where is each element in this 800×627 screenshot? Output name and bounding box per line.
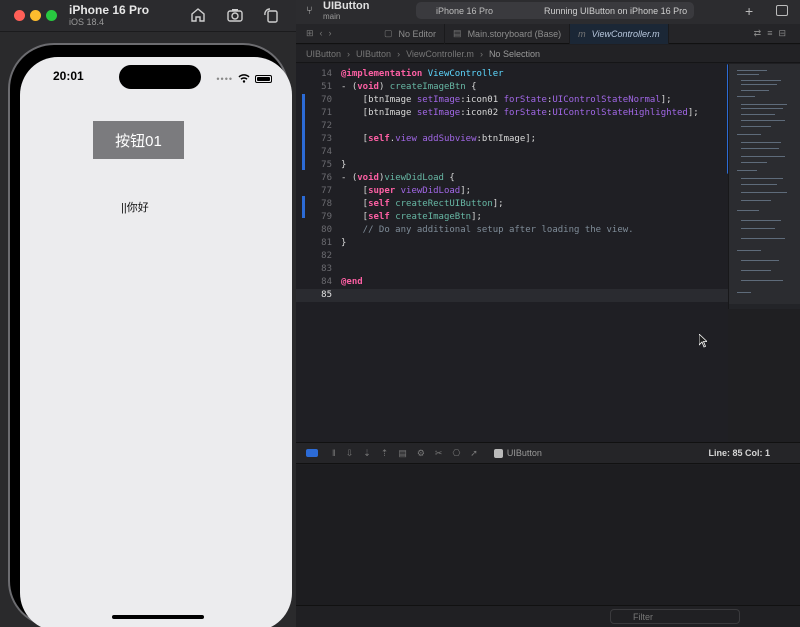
minimap[interactable] xyxy=(728,64,800,309)
xcode-toolbar: ⑂ UIButton main iPhone 16 Pro Running UI… xyxy=(296,0,800,24)
simulator-device-name: iPhone 16 Pro xyxy=(69,3,150,17)
debug-area-toggle-icon[interactable] xyxy=(306,449,318,457)
jump-bar: UIButton › UIButton › ViewController.m ›… xyxy=(296,45,800,63)
code-line[interactable]: 77 [super viewDidLoad]; xyxy=(296,185,728,198)
objc-file-icon: m xyxy=(578,28,586,39)
console-filter-bar: Filter xyxy=(296,605,800,627)
simulator-titlebar: iPhone 16 Pro iOS 18.4 xyxy=(0,0,296,32)
jumpbar-project[interactable]: UIButton xyxy=(306,49,341,59)
activity-status: Running UIButton on iPhone 16 Pro xyxy=(544,5,688,16)
filter-input[interactable]: Filter xyxy=(610,609,740,624)
code-line[interactable]: 78 [self createRectUIButton]; xyxy=(296,198,728,211)
tab-label: No Editor xyxy=(398,28,437,39)
debug-target[interactable]: UIButton xyxy=(493,448,542,458)
chevron-right-icon: › xyxy=(479,48,483,59)
wifi-icon xyxy=(238,70,250,88)
destination-device[interactable]: iPhone 16 Pro xyxy=(436,6,544,16)
tab-viewcontroller[interactable]: m ViewController.m xyxy=(570,23,669,44)
battery-icon xyxy=(255,75,272,83)
editor-tab-bar: ⊞‹› ▢ No Editor ▤ Main.storyboard (Base) m… xyxy=(296,23,800,44)
chevron-right-icon: › xyxy=(397,48,401,59)
branch-name: main xyxy=(323,12,341,21)
iphone-frame: 20:01 •••• 按钮01 ||你好 xyxy=(8,43,292,627)
mouse-pointer-icon xyxy=(699,334,707,348)
minimize-window-button[interactable] xyxy=(30,10,41,21)
jumpbar-group[interactable]: UIButton xyxy=(356,49,391,59)
add-icon[interactable]: + xyxy=(745,3,753,19)
status-time: 20:01 xyxy=(53,69,84,83)
debug-bar: ‖⇩⇣⇡▤⚙✂⎔➚ UIButton Line: 85 Col: 1 xyxy=(296,442,800,464)
code-line-current[interactable]: 85 xyxy=(296,289,728,302)
code-line[interactable]: 72 xyxy=(296,120,728,133)
jumpbar-file[interactable]: ViewController.m xyxy=(406,49,474,59)
code-line[interactable]: 81} xyxy=(296,237,728,250)
code-line[interactable]: 73 [self.view addSubview:btnImage]; xyxy=(296,133,728,146)
xcode-window: ⑂ UIButton main iPhone 16 Pro Running UI… xyxy=(296,0,800,627)
simulator-window: iPhone 16 Pro iOS 18.4 20:01 •••• 按钮01 |… xyxy=(0,0,296,627)
rotate-icon[interactable] xyxy=(262,6,280,24)
code-line[interactable]: 74 xyxy=(296,146,728,159)
screen-root: iPhone 16 Pro iOS 18.4 20:01 •••• 按钮01 |… xyxy=(0,0,800,627)
jumpbar-selection[interactable]: No Selection xyxy=(489,49,540,59)
cellular-icon: •••• xyxy=(216,74,233,84)
simulator-os-version: iOS 18.4 xyxy=(69,17,105,27)
code-line[interactable]: 75} xyxy=(296,159,728,172)
code-line[interactable]: 84 @end xyxy=(296,276,728,289)
debug-target-label: UIButton xyxy=(506,448,542,458)
code-line[interactable]: 82 xyxy=(296,250,728,263)
tab-no-editor[interactable]: ▢ No Editor xyxy=(376,23,446,44)
code-line[interactable]: 83 xyxy=(296,263,728,276)
app-icon xyxy=(493,448,503,458)
iphone-screen: 20:01 •••• 按钮01 ||你好 xyxy=(20,57,292,627)
status-indicators: •••• xyxy=(216,70,272,88)
zoom-window-button[interactable] xyxy=(46,10,57,21)
debug-console[interactable] xyxy=(296,465,800,605)
app-label: ||你好 xyxy=(121,202,149,214)
cursor-position: Line: 85 Col: 1 xyxy=(708,448,770,458)
tab-label: ViewController.m xyxy=(591,28,660,39)
project-name[interactable]: UIButton xyxy=(323,0,369,12)
run-destination[interactable]: iPhone 16 Pro Running UIButton on iPhone… xyxy=(416,2,694,19)
close-icon[interactable]: ▢ xyxy=(384,28,393,39)
branch-icon: ⑂ xyxy=(306,5,313,17)
home-icon[interactable] xyxy=(189,6,207,24)
editor-options-icon[interactable]: ⇄≡⊟ xyxy=(754,28,800,39)
code-line[interactable]: 76- (void)viewDidLoad { xyxy=(296,172,728,185)
code-line[interactable]: 80 // Do any additional setup after load… xyxy=(296,224,728,237)
screenshot-icon[interactable] xyxy=(226,6,244,24)
code-line[interactable]: 70 [btnImage setImage:icon01 forState:UI… xyxy=(296,94,728,107)
dynamic-island xyxy=(119,65,201,89)
code-line[interactable]: 79 [self createImageBtn]; xyxy=(296,211,728,224)
chevron-right-icon: › xyxy=(347,48,351,59)
inspector-toggle-icon[interactable] xyxy=(776,5,788,16)
navigate-arrows-icon[interactable]: ⊞‹› xyxy=(296,28,376,39)
close-window-button[interactable] xyxy=(14,10,25,21)
tab-label: Main.storyboard (Base) xyxy=(467,28,562,39)
storyboard-icon: ▤ xyxy=(453,28,462,38)
app-button-01[interactable]: 按钮01 xyxy=(93,121,184,159)
tab-main-storyboard[interactable]: ▤ Main.storyboard (Base) xyxy=(445,23,571,44)
code-line[interactable]: 71 [btnImage setImage:icon02 forState:UI… xyxy=(296,107,728,120)
code-editor[interactable]: 14 @implementation ViewController 51- (vo… xyxy=(296,64,728,442)
code-line[interactable]: 51- (void) createImageBtn { xyxy=(296,81,728,94)
code-line[interactable]: 14 @implementation ViewController xyxy=(296,68,728,81)
debug-controls-icon[interactable]: ‖⇩⇣⇡▤⚙✂⎔➚ xyxy=(332,448,488,459)
home-indicator[interactable] xyxy=(112,615,204,619)
